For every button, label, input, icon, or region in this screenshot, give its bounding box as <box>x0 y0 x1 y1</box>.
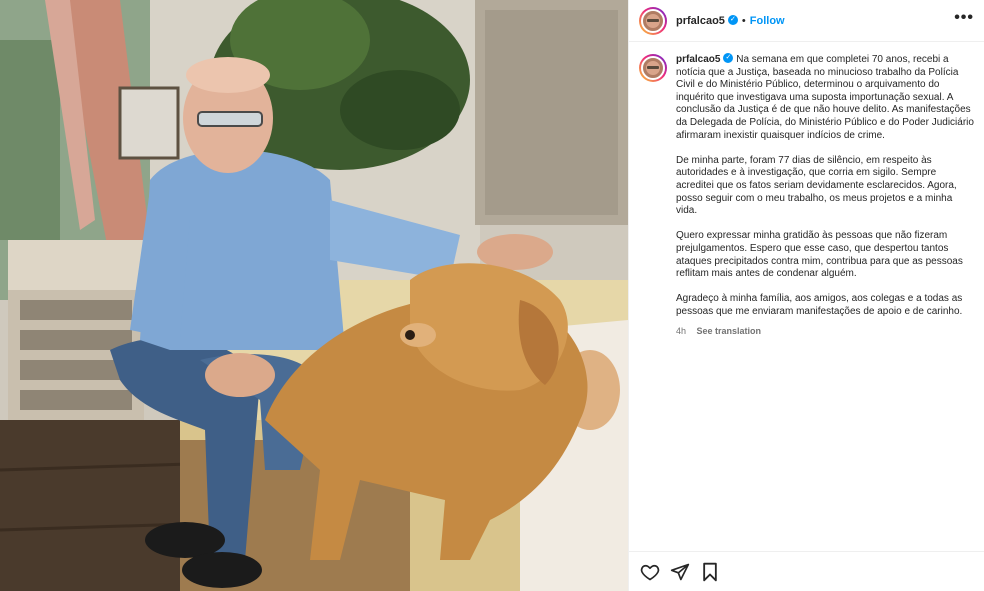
post-timestamp: 4h <box>676 326 687 337</box>
caption-verified-badge-icon: ✓ <box>723 53 734 64</box>
caption-text: prfalcao5 ✓ Na semana em que completei 70… <box>676 53 974 338</box>
caption-section: prfalcao5 ✓ Na semana em que completei 70… <box>629 42 984 338</box>
caption-paragraph-1: prfalcao5 ✓ Na semana em que completei 70… <box>676 53 974 142</box>
verified-badge-icon: ✓ <box>727 14 738 25</box>
more-options-icon[interactable]: ••• <box>954 9 974 29</box>
follow-button[interactable]: Follow <box>750 15 785 27</box>
username-link[interactable]: prfalcao5 <box>676 15 725 27</box>
photo-image <box>0 0 628 591</box>
avatar-image <box>641 8 665 33</box>
post-photo[interactable] <box>0 0 628 591</box>
caption-paragraph-1-text: Na semana em que completei 70 anos, rece… <box>676 54 974 141</box>
caption-avatar[interactable] <box>639 54 667 82</box>
post-header: prfalcao5 ✓ • Follow ••• <box>629 0 984 42</box>
action-bar <box>629 551 984 591</box>
send-icon[interactable] <box>669 561 691 583</box>
caption-paragraph-2: De minha parte, foram 77 dias de silênci… <box>676 154 957 217</box>
bookmark-icon[interactable] <box>699 561 721 583</box>
heart-icon[interactable] <box>639 561 661 583</box>
separator-dot: • <box>741 14 746 27</box>
caption-meta: 4h See translation <box>676 325 974 338</box>
post-side-panel: prfalcao5 ✓ • Follow ••• prfalcao5 ✓ Na s… <box>628 0 984 591</box>
see-translation-link[interactable]: See translation <box>697 326 762 336</box>
avatar[interactable] <box>639 6 667 35</box>
caption-username-link[interactable]: prfalcao5 <box>676 54 720 65</box>
caption-paragraph-3: Quero expressar minha gratidão às pessoa… <box>676 230 963 280</box>
caption-avatar-image <box>641 56 665 80</box>
caption-paragraph-4: Agradeço à minha família, aos amigos, ao… <box>676 293 963 317</box>
